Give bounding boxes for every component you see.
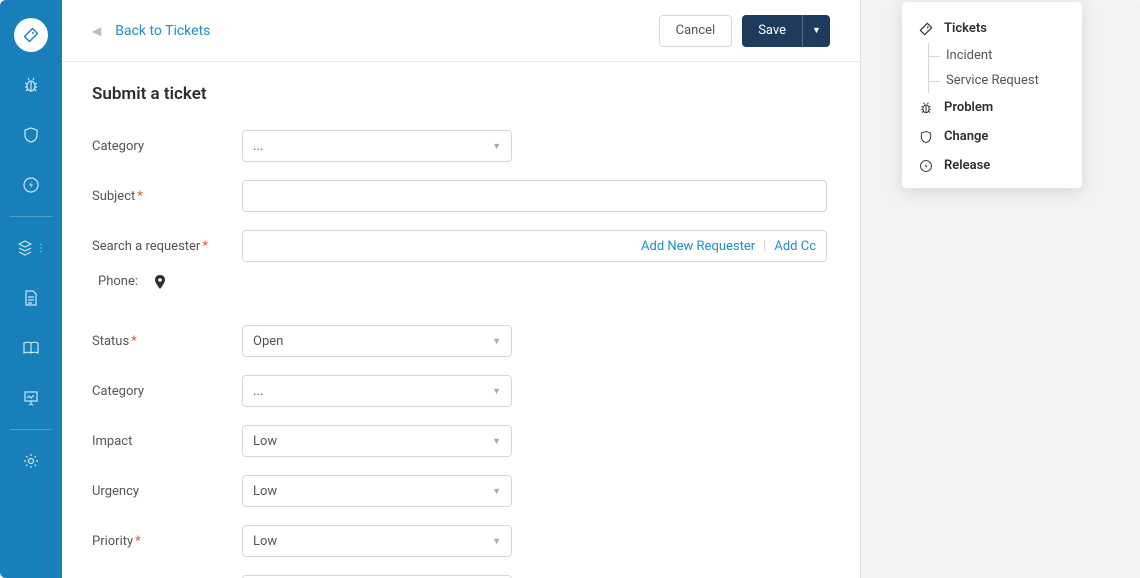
label-impact: Impact	[92, 434, 242, 449]
app-window: ⋮ ◀ Back to Tickets	[0, 0, 1140, 578]
input-requester[interactable]: Add New Requester | Add Cc	[242, 230, 827, 262]
sidebar-item-tickets[interactable]	[0, 10, 62, 60]
bug-icon	[918, 101, 934, 115]
bolt-circle-icon	[918, 159, 934, 173]
sidebar-item-change[interactable]	[0, 110, 62, 160]
input-subject[interactable]	[242, 180, 827, 212]
menu-item-problem[interactable]: Problem	[902, 93, 1082, 122]
row-impact: Impact Low ▼	[92, 425, 830, 457]
caret-down-icon: ▼	[492, 336, 501, 347]
select-value: Open	[253, 334, 283, 349]
ticket-icon	[918, 22, 934, 36]
sidebar-item-assets[interactable]: ⋮	[0, 223, 62, 273]
select-value: ...	[253, 384, 263, 399]
main-area: ◀ Back to Tickets Cancel Save ▼ Submit a…	[62, 0, 860, 578]
add-new-requester-link[interactable]: Add New Requester	[641, 239, 755, 254]
ticket-icon	[14, 18, 48, 52]
sidebar-divider-2	[10, 429, 52, 430]
select-category-2[interactable]: ... ▼	[242, 375, 512, 407]
back-link[interactable]: Back to Tickets	[115, 23, 210, 39]
shield-icon	[918, 130, 934, 144]
row-subject: Subject*	[92, 180, 830, 212]
create-menu-panel: Tickets Incident Service Request Problem…	[902, 2, 1082, 188]
row-category-2: Category ... ▼	[92, 375, 830, 407]
menu-item-service-request[interactable]: Service Request	[946, 68, 1082, 93]
menu-submenu-tickets: Incident Service Request	[902, 43, 1082, 93]
book-icon	[22, 340, 40, 356]
cancel-button[interactable]: Cancel	[659, 15, 733, 47]
menu-item-tickets[interactable]: Tickets	[902, 14, 1082, 43]
label-category-2: Category	[92, 384, 242, 399]
row-status: Status* Open ▼	[92, 325, 830, 357]
caret-down-icon: ▼	[492, 386, 501, 397]
shield-icon	[22, 126, 40, 144]
caret-down-icon: ▼	[812, 25, 821, 36]
label-status: Status*	[92, 334, 242, 349]
layers-icon	[16, 239, 34, 257]
gear-icon	[22, 452, 40, 470]
row-priority: Priority* Low ▼	[92, 525, 830, 557]
caret-down-icon: ▼	[492, 486, 501, 497]
label-priority: Priority*	[92, 534, 242, 549]
sidebar-item-settings[interactable]	[0, 436, 62, 486]
caret-down-icon: ▼	[492, 436, 501, 447]
back-caret-icon: ◀	[92, 24, 101, 38]
sidebar-divider	[10, 216, 52, 217]
label-category-1: Category	[92, 139, 242, 154]
row-requester: Search a requester* Add New Requester | …	[92, 230, 830, 262]
location-pin-icon	[154, 275, 166, 289]
topbar: ◀ Back to Tickets Cancel Save ▼	[62, 0, 860, 62]
select-urgency[interactable]: Low ▼	[242, 475, 512, 507]
menu-item-change[interactable]: Change	[902, 122, 1082, 151]
select-value: Low	[253, 534, 277, 549]
row-phone: Phone:	[92, 274, 830, 289]
select-status[interactable]: Open ▼	[242, 325, 512, 357]
caret-down-icon: ▼	[492, 536, 501, 547]
label-requester: Search a requester*	[92, 239, 242, 254]
sidebar-item-problem[interactable]	[0, 60, 62, 110]
select-impact[interactable]: Low ▼	[242, 425, 512, 457]
left-sidebar: ⋮	[0, 0, 62, 578]
caret-down-icon: ▼	[492, 141, 501, 152]
more-dots-icon: ⋮	[36, 243, 46, 254]
save-dropdown-button[interactable]: ▼	[802, 15, 830, 47]
save-button[interactable]: Save	[742, 15, 802, 47]
menu-item-incident[interactable]: Incident	[946, 43, 1082, 68]
page-title: Submit a ticket	[92, 84, 830, 104]
row-category-1: Category ... ▼	[92, 130, 830, 162]
label-urgency: Urgency	[92, 484, 242, 499]
select-value: Low	[253, 434, 277, 449]
form-content: Submit a ticket Category ... ▼ Subject*	[62, 62, 860, 578]
select-category-1[interactable]: ... ▼	[242, 130, 512, 162]
sidebar-item-contracts[interactable]	[0, 273, 62, 323]
select-value: Low	[253, 484, 277, 499]
sidebar-item-reports[interactable]	[0, 373, 62, 423]
row-urgency: Urgency Low ▼	[92, 475, 830, 507]
presentation-icon	[22, 389, 40, 407]
add-cc-link[interactable]: Add Cc	[774, 239, 816, 254]
document-icon	[23, 289, 39, 307]
bug-icon	[22, 76, 40, 94]
bolt-circle-icon	[22, 176, 40, 194]
select-value: ...	[253, 139, 263, 154]
select-priority[interactable]: Low ▼	[242, 525, 512, 557]
menu-item-release[interactable]: Release	[902, 151, 1082, 180]
label-subject: Subject*	[92, 189, 242, 204]
sidebar-item-release[interactable]	[0, 160, 62, 210]
label-phone: Phone:	[98, 274, 154, 289]
sidebar-item-solutions[interactable]	[0, 323, 62, 373]
